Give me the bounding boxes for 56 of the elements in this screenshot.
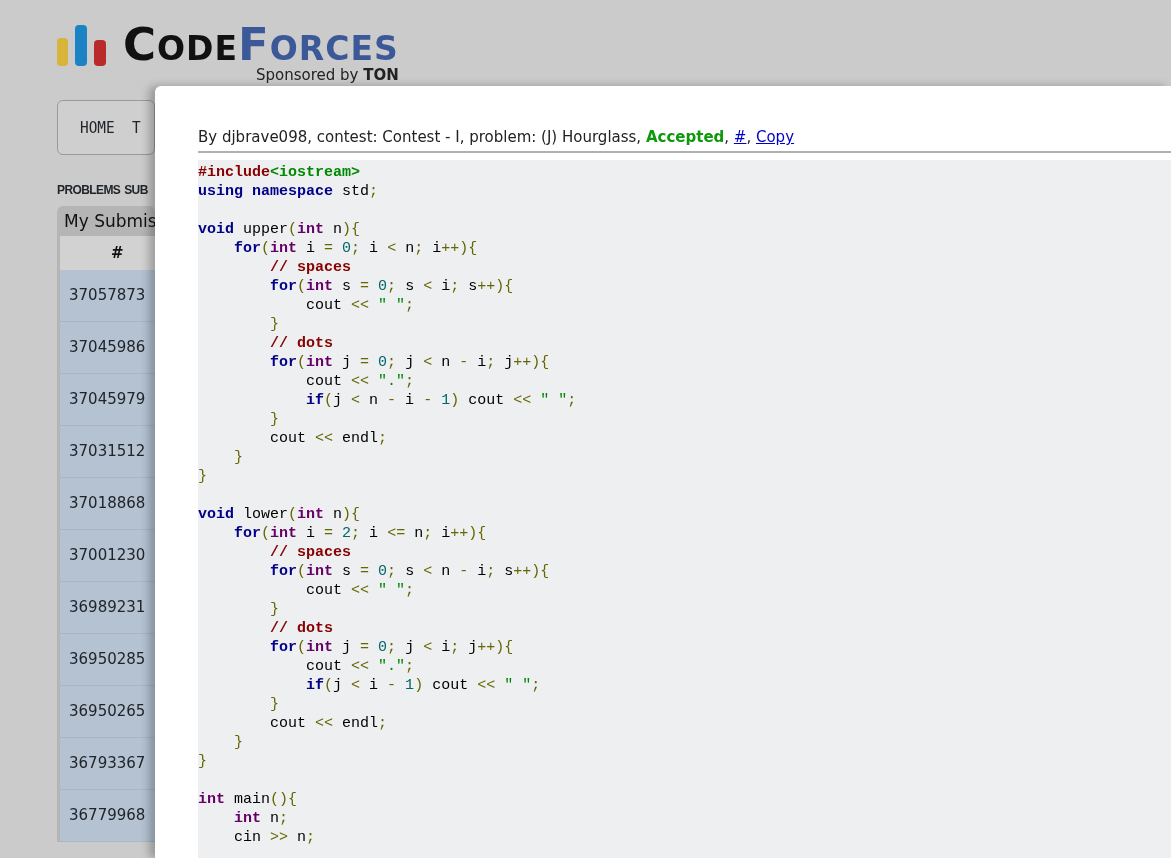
code-line: cout << " "; — [305, 296, 415, 315]
code-line: } — [198, 467, 207, 486]
code-line: using namespace std; — [198, 182, 379, 201]
submission-link[interactable]: 36793367 — [69, 752, 146, 775]
code-line: } — [269, 315, 279, 334]
code-line: cout << endl; — [269, 714, 388, 733]
menu-link[interactable]: T — [131, 115, 141, 140]
info-link[interactable]: # — [733, 128, 747, 146]
submission-link[interactable]: 37045986 — [69, 336, 146, 359]
code-line: // dots — [269, 334, 334, 353]
code-line: cout << endl; — [269, 429, 388, 448]
submission-link[interactable]: 36950265 — [69, 700, 146, 723]
code-line: cout << "."; — [305, 657, 415, 676]
submission-link[interactable]: 36779968 — [69, 804, 146, 827]
logo-bars-icon — [57, 25, 107, 66]
submission-info: By djbrave098, contest: Contest - I, problem: (J) Hourglass, Accepted, #, Copy — [198, 128, 1171, 153]
menu-link[interactable]: HOME — [80, 115, 115, 140]
submission-link[interactable]: 37045979 — [69, 388, 146, 411]
submission-link[interactable]: 37057873 — [69, 284, 146, 307]
code-line: void upper(int n){ — [198, 220, 361, 239]
code-line: cout << "."; — [305, 372, 415, 391]
code-line: for(int j = 0; j < i; j++){ — [269, 638, 514, 657]
submenu-link[interactable]: SUB — [124, 181, 148, 199]
code-line: int main(){ — [198, 790, 298, 809]
code-line: } — [233, 733, 243, 752]
sponsor-text: Sponsored by TON — [256, 67, 399, 83]
code-line: } — [198, 752, 207, 771]
code-line: if(j < i - 1) cout << " "; — [305, 676, 541, 695]
submenu-link[interactable]: PROBLEMS — [57, 181, 121, 199]
code-line: void lower(int n){ — [198, 505, 361, 524]
code-line: cout << " "; — [305, 581, 415, 600]
code-line: } — [269, 600, 279, 619]
code-line: cin >> n; — [233, 828, 316, 847]
code-line: // spaces — [269, 258, 352, 277]
code-line: } — [233, 448, 243, 467]
code-line: for(int j = 0; j < n - i; j++){ — [269, 353, 550, 372]
panel-title: My Submis — [63, 210, 155, 233]
submission-link[interactable]: 37018868 — [69, 492, 146, 515]
code-line: for(int i = 0; i < n; i++){ — [233, 239, 478, 258]
code-line: if(j < n - i - 1) cout << " "; — [305, 391, 577, 410]
code-line: int n; — [233, 809, 289, 828]
submission-link[interactable]: 37001230 — [69, 544, 146, 567]
column-header: # — [60, 236, 155, 270]
code-line: // spaces — [269, 543, 352, 562]
code-line: for(int i = 2; i <= n; i++){ — [233, 524, 487, 543]
code-line: for(int s = 0; s < i; s++){ — [269, 277, 514, 296]
code-line: } — [269, 410, 279, 429]
submission-link[interactable]: 36950285 — [69, 648, 146, 671]
code-line: } — [269, 695, 279, 714]
code-line: #include<iostream> — [198, 163, 361, 182]
info-link[interactable]: Copy — [755, 128, 795, 146]
submission-link[interactable]: 37031512 — [69, 440, 146, 463]
code-line: // dots — [269, 619, 334, 638]
logo-wordmark[interactable]: CODEFORCES — [123, 25, 399, 69]
code-line: for(int s = 0; s < n - i; s++){ — [269, 562, 550, 581]
submission-link[interactable]: 36989231 — [69, 596, 146, 619]
